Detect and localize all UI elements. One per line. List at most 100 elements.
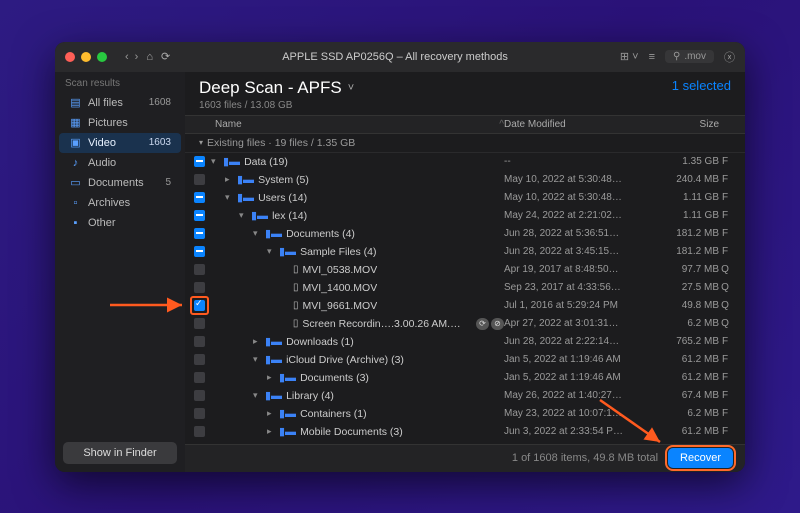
search-field[interactable]: ⚲ .mov bbox=[665, 50, 714, 63]
pictures-icon: ▦ bbox=[69, 117, 82, 128]
sidebar-item-all-files[interactable]: ▤ All files 1608 bbox=[59, 93, 181, 113]
back-button[interactable]: ‹ bbox=[125, 51, 129, 63]
disclosure-icon[interactable]: ▾ bbox=[253, 228, 261, 239]
row-size: 181.2 MB bbox=[654, 228, 719, 239]
file-list[interactable]: ▾ Existing files · 19 files / 1.35 GB ▾ … bbox=[185, 134, 745, 444]
sidebar-heading: Scan results bbox=[55, 72, 185, 93]
sidebar-item-audio[interactable]: ♪ Audio bbox=[59, 153, 181, 173]
close-icon[interactable] bbox=[65, 52, 75, 62]
row-date: Apr 27, 2022 at 3:01:31… bbox=[504, 318, 654, 329]
disclosure-icon[interactable]: ▾ bbox=[253, 354, 261, 365]
recover-button[interactable]: Recover bbox=[668, 448, 733, 468]
row-name: Downloads (1) bbox=[286, 336, 354, 348]
row-checkbox[interactable] bbox=[185, 156, 205, 167]
row-checkbox[interactable] bbox=[185, 354, 205, 365]
row-checkbox[interactable] bbox=[185, 336, 205, 347]
sidebar-item-archives[interactable]: ▫ Archives bbox=[59, 193, 181, 213]
page-title[interactable]: Deep Scan - APFS ˅ bbox=[199, 78, 354, 98]
table-row[interactable]: ▸ ▮▬ Downloads (1) Jun 28, 2022 at 2:22:… bbox=[185, 333, 745, 351]
row-checkbox[interactable] bbox=[185, 282, 205, 293]
table-row[interactable]: ▾ ▮▬ lex (14) May 24, 2022 at 2:21:02… 1… bbox=[185, 207, 745, 225]
refresh-icon[interactable]: ⟳ bbox=[161, 50, 170, 63]
sidebar-item-documents[interactable]: ▭ Documents 5 bbox=[59, 173, 181, 193]
col-size[interactable]: Size bbox=[654, 119, 719, 130]
disclosure-icon[interactable]: ▾ bbox=[239, 210, 247, 221]
table-row[interactable]: ▸ ▮▬ Containers (1) May 23, 2022 at 10:0… bbox=[185, 405, 745, 423]
disclosure-icon[interactable]: ▾ bbox=[267, 246, 275, 257]
row-date: Jul 1, 2016 at 5:29:24 PM bbox=[504, 300, 654, 311]
disclosure-icon[interactable]: ▸ bbox=[267, 426, 275, 437]
row-date: Apr 19, 2017 at 8:48:50… bbox=[504, 264, 654, 275]
row-name: iCloud Drive (Archive) (3) bbox=[286, 354, 404, 366]
file-icon: ▯ bbox=[293, 264, 299, 275]
row-name: MVI_9661.MOV bbox=[303, 300, 378, 312]
view-icon[interactable]: ⊞ ˅ bbox=[620, 50, 639, 63]
col-date[interactable]: Date Modified bbox=[504, 119, 654, 130]
minimize-icon[interactable] bbox=[81, 52, 91, 62]
disclosure-icon[interactable]: ▸ bbox=[225, 174, 233, 185]
row-checkbox[interactable] bbox=[185, 372, 205, 383]
table-row[interactable]: ▸ ▮▬ Mobile Documents (3) Jun 3, 2022 at… bbox=[185, 423, 745, 441]
table-row[interactable]: ▾ ▮▬ Data (19) -- 1.35 GB F bbox=[185, 153, 745, 171]
row-name: Library (4) bbox=[286, 390, 334, 402]
show-in-finder-button[interactable]: Show in Finder bbox=[63, 442, 177, 464]
table-row[interactable]: ▾ ▮▬ Sample Files (4) Jun 28, 2022 at 3:… bbox=[185, 243, 745, 261]
row-checkbox[interactable] bbox=[185, 246, 205, 257]
row-name: Screen Recordin….3.00.26 AM.mov bbox=[302, 318, 468, 330]
folder-icon: ▮▬ bbox=[265, 335, 282, 348]
row-checkbox[interactable] bbox=[185, 210, 205, 221]
folder-icon: ▮▬ bbox=[265, 389, 282, 402]
disclosure-icon[interactable]: ▸ bbox=[267, 408, 275, 419]
folder-icon: ▮▬ bbox=[237, 191, 254, 204]
forward-button[interactable]: › bbox=[135, 51, 139, 63]
table-row[interactable]: ▾ ▮▬ iCloud Drive (Archive) (3) Jan 5, 2… bbox=[185, 351, 745, 369]
row-checkbox[interactable] bbox=[185, 228, 205, 239]
home-icon[interactable]: ⌂ bbox=[146, 51, 153, 63]
row-checkbox[interactable] bbox=[185, 426, 205, 437]
disclosure-icon[interactable]: ▾ bbox=[211, 156, 219, 167]
zoom-icon[interactable] bbox=[97, 52, 107, 62]
table-row[interactable]: ▯ MVI_0538.MOV Apr 19, 2017 at 8:48:50… … bbox=[185, 261, 745, 279]
disclosure-icon[interactable]: ▸ bbox=[253, 336, 261, 347]
chevron-down-icon: ˅ bbox=[348, 82, 354, 94]
sidebar-item-pictures[interactable]: ▦ Pictures bbox=[59, 113, 181, 133]
row-checkbox[interactable] bbox=[185, 390, 205, 401]
row-size: 27.5 MB bbox=[654, 282, 719, 293]
row-checkbox[interactable] bbox=[185, 192, 205, 203]
table-row[interactable]: ▾ ▮▬ Library (4) May 26, 2022 at 1:40:27… bbox=[185, 387, 745, 405]
filter-icon[interactable]: ≡ bbox=[649, 51, 655, 63]
row-checkbox[interactable] bbox=[185, 300, 205, 311]
row-size: 61.2 MB bbox=[654, 354, 719, 365]
sidebar-item-label: Pictures bbox=[88, 117, 128, 129]
row-date: Jan 5, 2022 at 1:19:46 AM bbox=[504, 372, 654, 383]
sidebar-item-count: 1603 bbox=[149, 137, 171, 148]
row-checkbox[interactable] bbox=[185, 408, 205, 419]
table-row[interactable]: ▾ ▮▬ Documents (4) Jun 28, 2022 at 5:36:… bbox=[185, 225, 745, 243]
row-date: Jun 28, 2022 at 3:45:15… bbox=[504, 246, 654, 257]
row-checkbox[interactable] bbox=[185, 264, 205, 275]
row-checkbox[interactable] bbox=[185, 174, 205, 185]
row-kind: F bbox=[719, 174, 731, 185]
sidebar-item-video[interactable]: ▣ Video 1603 bbox=[59, 133, 181, 153]
table-row[interactable]: ▯ MVI_1400.MOV Sep 23, 2017 at 4:33:56… … bbox=[185, 279, 745, 297]
row-size: 49.8 MB bbox=[654, 300, 719, 311]
page-subtitle: 1603 files / 13.08 GB bbox=[199, 100, 354, 111]
table-row[interactable]: ▸ ▮▬ System (5) May 10, 2022 at 5:30:48…… bbox=[185, 171, 745, 189]
disclosure-icon[interactable]: ▾ bbox=[253, 390, 261, 401]
folder-icon: ▮▬ bbox=[237, 173, 254, 186]
table-row[interactable]: ▸ ▮▬ Documents (3) Jan 5, 2022 at 1:19:4… bbox=[185, 369, 745, 387]
section-header[interactable]: ▾ Existing files · 19 files / 1.35 GB bbox=[185, 134, 745, 153]
search-value: .mov bbox=[684, 51, 706, 62]
col-name[interactable]: Name^ bbox=[215, 119, 504, 130]
clear-search-icon[interactable]: ⓧ bbox=[724, 49, 735, 65]
row-name: lex (14) bbox=[272, 210, 307, 222]
disclosure-icon[interactable]: ▸ bbox=[267, 372, 275, 383]
table-row[interactable]: ▯ Screen Recordin….3.00.26 AM.mov⟳⊘ Apr … bbox=[185, 315, 745, 333]
disclosure-icon[interactable]: ▾ bbox=[225, 192, 233, 203]
sidebar-item-other[interactable]: ▪ Other bbox=[59, 213, 181, 233]
row-checkbox[interactable] bbox=[185, 318, 205, 329]
status-text: 1 of 1608 items, 49.8 MB total bbox=[512, 452, 658, 464]
table-row[interactable]: ▯ MVI_9661.MOV Jul 1, 2016 at 5:29:24 PM… bbox=[185, 297, 745, 315]
table-row[interactable]: ▾ ▮▬ Users (14) May 10, 2022 at 5:30:48…… bbox=[185, 189, 745, 207]
status-badge: ⟳ bbox=[476, 318, 489, 330]
